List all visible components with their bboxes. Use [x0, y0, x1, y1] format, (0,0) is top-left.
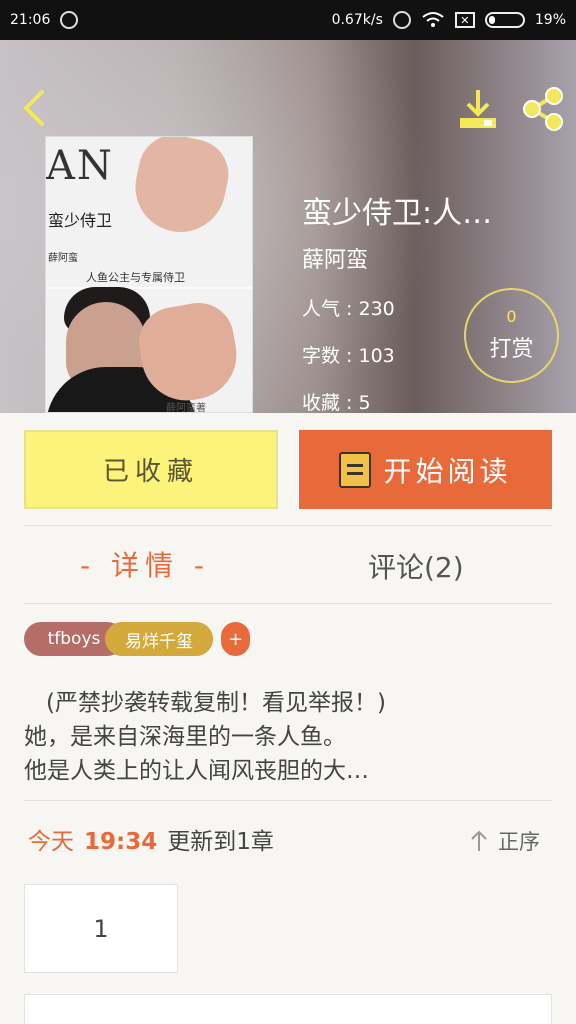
favorites-stat: 收藏 : 5: [302, 392, 371, 413]
back-arrow-icon: [24, 90, 44, 126]
sort-label: 正序: [498, 830, 540, 854]
chapter-list-bottom[interactable]: [24, 994, 552, 1024]
status-bar: 21:06 0.67k/s ✕ 19%: [0, 0, 576, 40]
book-title: 蛮少侍卫:人…: [302, 196, 493, 231]
arrow-up-icon: [471, 830, 487, 851]
description-line: 她，是来自深海里的一条人鱼。: [24, 724, 346, 750]
book-icon: [339, 451, 372, 488]
status-left: 21:06: [10, 11, 79, 29]
reward-count: 0: [506, 306, 517, 326]
reward-label: 打赏: [489, 336, 534, 362]
tag-yiyangqianxi[interactable]: 易烊千玺: [105, 622, 213, 656]
alarm-icon: [392, 11, 411, 29]
cover-subtitle: 人鱼公主与专属侍卫: [86, 271, 185, 284]
network-speed: 0.67k/s: [331, 12, 383, 28]
download-icon: [460, 90, 496, 128]
description-line: 他是人类上的让人闻风丧胆的大…: [24, 758, 369, 784]
divider-top: [24, 525, 552, 526]
share-icon: [523, 87, 563, 131]
book-author[interactable]: 薛阿蛮: [302, 242, 368, 274]
divider-tabs: [24, 603, 552, 604]
add-tag-button[interactable]: +: [221, 622, 250, 656]
cover-signature: 薛阿蛮著: [166, 403, 206, 413]
cover-an-text: AN: [46, 143, 114, 189]
book-description[interactable]: (严禁抄袭转载复制！看见举报！) 她，是来自深海里的一条人鱼。 他是人类上的让人…: [24, 686, 552, 788]
update-time: 19:34: [84, 829, 158, 855]
cover-panel-divider: [46, 287, 252, 289]
status-right: 0.67k/s ✕ 19%: [332, 11, 566, 29]
chapter-item[interactable]: 1: [24, 884, 178, 973]
reward-button[interactable]: 0 打赏: [464, 288, 559, 383]
wifi-icon: [422, 12, 444, 27]
start-reading-label: 开始阅读: [383, 454, 512, 488]
share-button[interactable]: [518, 86, 568, 132]
notification-icon: [60, 11, 79, 29]
battery-percent: 19%: [534, 12, 566, 28]
book-cover[interactable]: AN 蛮少侍卫 薛阿蛮 人鱼公主与专属侍卫 薛阿蛮著: [45, 136, 253, 413]
description-line: (严禁抄袭转载复制！看见举报！): [46, 690, 386, 716]
start-reading-button[interactable]: 开始阅读: [299, 430, 552, 509]
word-count-stat: 字数 : 103: [302, 345, 395, 367]
update-day: 今天: [28, 829, 74, 855]
no-sim-icon: ✕: [454, 12, 475, 28]
update-text: 更新到1章: [167, 829, 274, 855]
popularity-stat: 人气 : 230: [302, 298, 395, 320]
sort-toggle[interactable]: 正序: [470, 826, 540, 856]
favorited-button[interactable]: 已收藏: [24, 430, 278, 509]
book-header: AN 蛮少侍卫 薛阿蛮 人鱼公主与专属侍卫 薛阿蛮著 蛮少侍卫:人… 薛阿蛮 人…: [0, 40, 576, 413]
cover-title: 蛮少侍卫: [48, 211, 113, 230]
back-button[interactable]: [14, 88, 54, 128]
status-time: 21:06: [10, 12, 51, 28]
download-button[interactable]: [454, 88, 502, 132]
battery-icon: [484, 12, 525, 28]
tab-comments[interactable]: 评论(2): [368, 546, 464, 586]
divider-desc: [24, 800, 552, 801]
cover-author: 薛阿蛮: [48, 253, 78, 264]
tab-details[interactable]: - 详情 -: [80, 544, 210, 584]
update-info: 今天 19:34 更新到1章: [28, 822, 274, 856]
